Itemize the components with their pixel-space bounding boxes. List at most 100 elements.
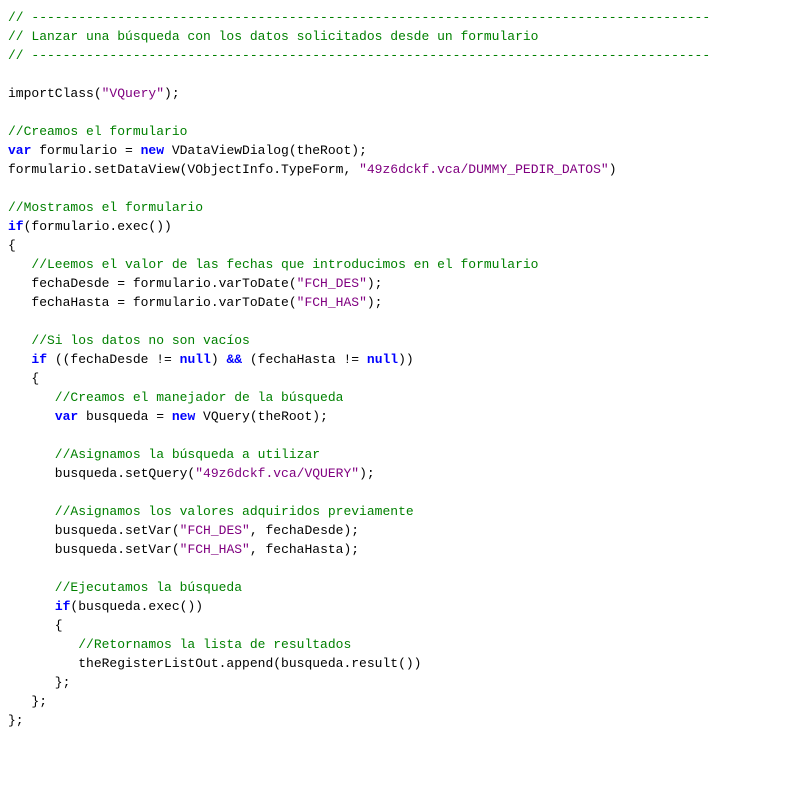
code-token: busqueda.setVar( bbox=[8, 542, 180, 557]
code-token: fechaDesde = formulario.varToDate( bbox=[8, 276, 297, 291]
code-token: }; bbox=[8, 675, 70, 690]
code-line bbox=[8, 483, 777, 502]
code-token: }; bbox=[8, 713, 24, 728]
code-token: VDataViewDialog(theRoot); bbox=[164, 143, 367, 158]
comment: //Si los datos no son vacíos bbox=[8, 333, 250, 348]
string-literal: "VQuery" bbox=[102, 86, 164, 101]
code-line: if(formulario.exec()) bbox=[8, 217, 777, 236]
keyword: if bbox=[31, 352, 47, 367]
code-line: fechaHasta = formulario.varToDate("FCH_H… bbox=[8, 293, 777, 312]
code-line: //Si los datos no son vacíos bbox=[8, 331, 777, 350]
comment: //Mostramos el formulario bbox=[8, 200, 203, 215]
code-token: ); bbox=[367, 276, 383, 291]
code-token: , fechaDesde); bbox=[250, 523, 359, 538]
code-line bbox=[8, 426, 777, 445]
code-line bbox=[8, 559, 777, 578]
code-token: )) bbox=[398, 352, 414, 367]
code-line: var busqueda = new VQuery(theRoot); bbox=[8, 407, 777, 426]
code-line: formulario.setDataView(VObjectInfo.TypeF… bbox=[8, 160, 777, 179]
string-literal: "FCH_HAS" bbox=[180, 542, 250, 557]
comment: //Retornamos la lista de resultados bbox=[8, 637, 351, 652]
code-line: importClass("VQuery"); bbox=[8, 84, 777, 103]
keyword: null bbox=[180, 352, 211, 367]
code-token: busqueda.setQuery( bbox=[8, 466, 195, 481]
code-line: // -------------------------------------… bbox=[8, 8, 777, 27]
string-literal: "FCH_HAS" bbox=[297, 295, 367, 310]
code-token: ((fechaDesde != bbox=[47, 352, 180, 367]
code-line: //Mostramos el formulario bbox=[8, 198, 777, 217]
keyword: if bbox=[8, 219, 24, 234]
keyword: null bbox=[367, 352, 398, 367]
code-token bbox=[8, 352, 31, 367]
keyword: if bbox=[55, 599, 71, 614]
code-line: }; bbox=[8, 711, 777, 730]
keyword: var bbox=[8, 143, 31, 158]
code-token: ) bbox=[609, 162, 617, 177]
code-line: //Asignamos la búsqueda a utilizar bbox=[8, 445, 777, 464]
comment: // -------------------------------------… bbox=[8, 10, 710, 25]
code-token: }; bbox=[8, 694, 47, 709]
code-line: //Leemos el valor de las fechas que intr… bbox=[8, 255, 777, 274]
keyword: new bbox=[141, 143, 164, 158]
code-token: busqueda.setVar( bbox=[8, 523, 180, 538]
comment: //Creamos el formulario bbox=[8, 124, 187, 139]
string-literal: "FCH_DES" bbox=[180, 523, 250, 538]
code-token: { bbox=[8, 371, 39, 386]
code-line: busqueda.setVar("FCH_DES", fechaDesde); bbox=[8, 521, 777, 540]
comment: // -------------------------------------… bbox=[8, 48, 710, 63]
code-token: ); bbox=[367, 295, 383, 310]
code-token: busqueda = bbox=[78, 409, 172, 424]
code-line: //Creamos el manejador de la búsqueda bbox=[8, 388, 777, 407]
code-line: fechaDesde = formulario.varToDate("FCH_D… bbox=[8, 274, 777, 293]
code-token: formulario.setDataView(VObjectInfo.TypeF… bbox=[8, 162, 359, 177]
code-token: (busqueda.exec()) bbox=[70, 599, 203, 614]
code-line bbox=[8, 65, 777, 84]
code-line: var formulario = new VDataViewDialog(the… bbox=[8, 141, 777, 160]
comment: //Ejecutamos la búsqueda bbox=[8, 580, 242, 595]
code-block: // -------------------------------------… bbox=[8, 8, 777, 730]
comment: //Asignamos los valores adquiridos previ… bbox=[8, 504, 414, 519]
code-line: //Asignamos los valores adquiridos previ… bbox=[8, 502, 777, 521]
string-literal: "49z6dckf.vca/DUMMY_PEDIR_DATOS" bbox=[359, 162, 609, 177]
keyword: && bbox=[226, 352, 242, 367]
code-token bbox=[8, 599, 55, 614]
code-token: { bbox=[8, 618, 63, 633]
code-token: formulario = bbox=[31, 143, 140, 158]
string-literal: "FCH_DES" bbox=[297, 276, 367, 291]
code-line: { bbox=[8, 236, 777, 255]
code-token: ); bbox=[164, 86, 180, 101]
code-line: // -------------------------------------… bbox=[8, 46, 777, 65]
code-token: , fechaHasta); bbox=[250, 542, 359, 557]
code-line: if ((fechaDesde != null) && (fechaHasta … bbox=[8, 350, 777, 369]
keyword: var bbox=[55, 409, 78, 424]
keyword: new bbox=[172, 409, 195, 424]
code-line: }; bbox=[8, 673, 777, 692]
code-line: // Lanzar una búsqueda con los datos sol… bbox=[8, 27, 777, 46]
comment: //Asignamos la búsqueda a utilizar bbox=[8, 447, 320, 462]
comment: //Creamos el manejador de la búsqueda bbox=[8, 390, 343, 405]
code-token bbox=[8, 409, 55, 424]
string-literal: "49z6dckf.vca/VQUERY" bbox=[195, 466, 359, 481]
code-token: VQuery(theRoot); bbox=[195, 409, 328, 424]
code-line bbox=[8, 103, 777, 122]
code-token: { bbox=[8, 238, 16, 253]
code-token: ) bbox=[211, 352, 227, 367]
code-line: busqueda.setVar("FCH_HAS", fechaHasta); bbox=[8, 540, 777, 559]
code-token: theRegisterListOut.append(busqueda.resul… bbox=[8, 656, 421, 671]
code-line: { bbox=[8, 616, 777, 635]
code-token: ); bbox=[359, 466, 375, 481]
code-line bbox=[8, 179, 777, 198]
code-line: theRegisterListOut.append(busqueda.resul… bbox=[8, 654, 777, 673]
code-token: importClass( bbox=[8, 86, 102, 101]
code-line: }; bbox=[8, 692, 777, 711]
code-line bbox=[8, 312, 777, 331]
code-token: (fechaHasta != bbox=[242, 352, 367, 367]
code-line: { bbox=[8, 369, 777, 388]
code-line: //Ejecutamos la búsqueda bbox=[8, 578, 777, 597]
code-line: //Creamos el formulario bbox=[8, 122, 777, 141]
code-token: fechaHasta = formulario.varToDate( bbox=[8, 295, 297, 310]
code-line: //Retornamos la lista de resultados bbox=[8, 635, 777, 654]
code-line: busqueda.setQuery("49z6dckf.vca/VQUERY")… bbox=[8, 464, 777, 483]
comment: //Leemos el valor de las fechas que intr… bbox=[8, 257, 539, 272]
code-line: if(busqueda.exec()) bbox=[8, 597, 777, 616]
